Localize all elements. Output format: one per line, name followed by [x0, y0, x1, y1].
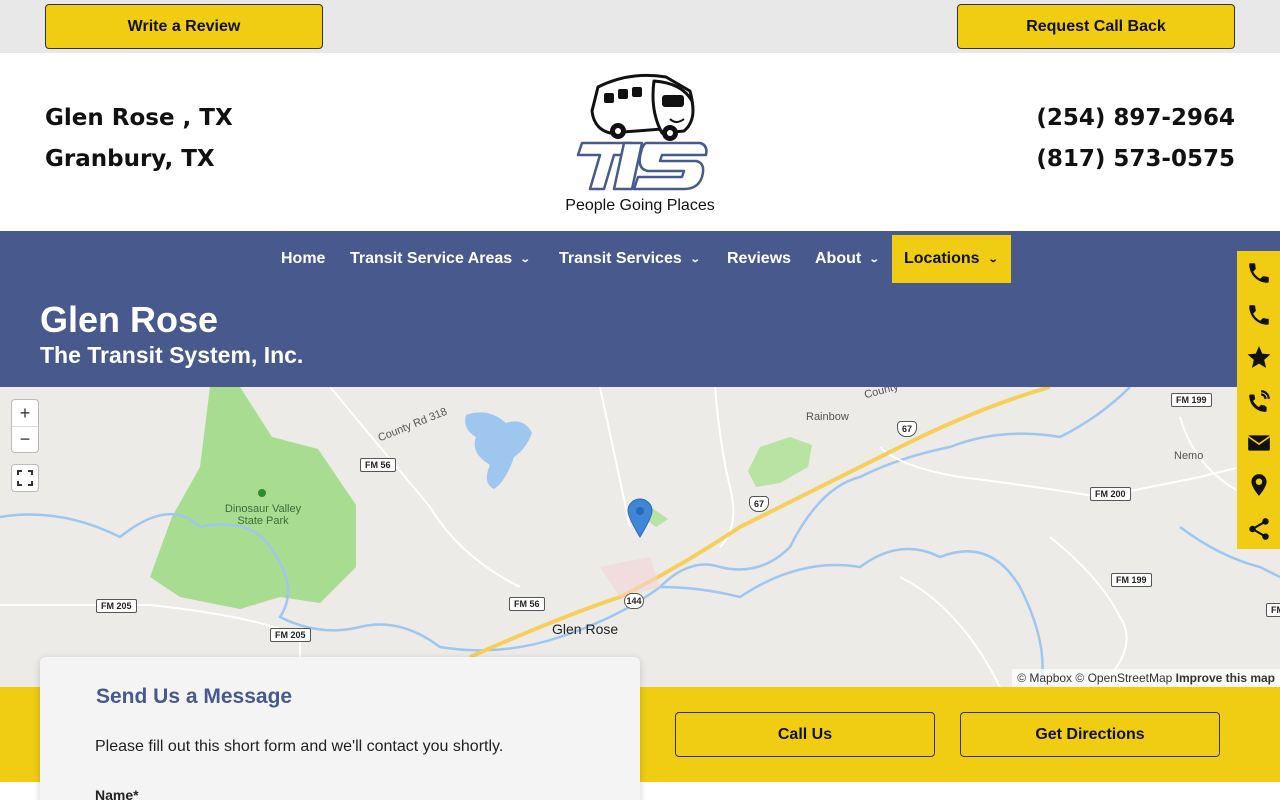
road-shield-fm205: FM 205 — [270, 628, 311, 642]
nav-reviews[interactable]: Reviews — [715, 235, 803, 283]
share-icon[interactable] — [1246, 516, 1272, 542]
map-marker-icon[interactable] — [627, 498, 653, 538]
phone-ringing-icon[interactable] — [1246, 388, 1272, 414]
nav-transit-service-areas[interactable]: Transit Service Areas ⌄ — [338, 235, 542, 283]
map-marker-dot — [636, 507, 644, 515]
chevron-down-icon: ⌄ — [519, 253, 531, 265]
road-shield-fm200: FM 200 — [1090, 487, 1131, 501]
page-subtitle: The Transit System, Inc. — [40, 342, 304, 368]
zoom-control: + − — [11, 399, 39, 453]
nav-locations-label: Locations — [904, 250, 980, 267]
nav-home[interactable]: Home — [269, 235, 337, 283]
chevron-down-icon: ⌄ — [868, 253, 880, 265]
mapbox-link[interactable]: © Mapbox — [1017, 671, 1072, 685]
star-icon[interactable] — [1246, 344, 1272, 370]
location-map[interactable]: County Rd 318 County Rainbow Nemo Dinosa… — [0, 387, 1280, 687]
page-title: Glen Rose — [40, 299, 219, 340]
location-glen-rose[interactable]: Glen Rose , TX — [45, 105, 233, 131]
write-review-button[interactable]: Write a Review — [45, 4, 323, 49]
top-bar: Write a Review Request Call Back — [0, 0, 1280, 53]
nav-home-label: Home — [281, 250, 326, 267]
nav-transit-services-label: Transit Services — [559, 250, 682, 267]
phone-icon[interactable] — [1246, 302, 1272, 328]
osm-link[interactable]: © OpenStreetMap — [1075, 671, 1172, 685]
lake — [465, 412, 532, 489]
chevron-down-icon: ⌄ — [689, 253, 701, 265]
social-sidebar — [1237, 251, 1280, 549]
main-nav: Home Transit Service Areas ⌄ Transit Ser… — [0, 231, 1280, 287]
town-area — [600, 557, 660, 597]
request-call-back-button[interactable]: Request Call Back — [957, 4, 1235, 49]
form-title: Send Us a Message — [96, 685, 293, 708]
nav-about-label: About — [815, 250, 862, 267]
phone-granbury[interactable]: (817) 573-0575 — [1036, 146, 1235, 172]
map-label-nemo: Nemo — [1174, 450, 1204, 462]
road-shield-sh144: 144 — [624, 593, 644, 609]
map-label-rainbow: Rainbow — [806, 411, 849, 423]
call-us-button[interactable]: Call Us — [675, 712, 935, 757]
road-shield-fm199: FM 199 — [1111, 573, 1152, 587]
get-directions-button[interactable]: Get Directions — [960, 712, 1220, 757]
park-area — [150, 387, 356, 609]
tagline: People Going Places — [565, 197, 715, 214]
road-shield-us67: 67 — [897, 421, 917, 437]
road-shield-fm: FM — [1266, 603, 1280, 617]
map-canvas — [0, 387, 1280, 687]
green-area — [748, 437, 812, 487]
nav-locations[interactable]: Locations ⌄ — [892, 235, 1011, 283]
map-attribution: © Mapbox © OpenStreetMap Improve this ma… — [1012, 669, 1280, 687]
page-title-band: Glen Rose The Transit System, Inc. — [0, 287, 1280, 387]
improve-map-link[interactable]: Improve this map — [1176, 671, 1275, 685]
envelope-icon[interactable] — [1246, 430, 1272, 456]
road-shield-fm56: FM 56 — [360, 458, 396, 472]
contact-form-card: Send Us a Message Please fill out this s… — [40, 657, 640, 800]
nav-reviews-label: Reviews — [727, 250, 792, 267]
fullscreen-button[interactable] — [11, 464, 39, 492]
map-label-glen-rose: Glen Rose — [552, 621, 619, 637]
bus-logo-icon — [576, 73, 708, 191]
road-shield-fm56: FM 56 — [509, 597, 545, 611]
map-marker-icon[interactable] — [1246, 472, 1272, 498]
nav-transit-service-areas-label: Transit Service Areas — [350, 250, 513, 267]
form-description: Please fill out this short form and we'l… — [95, 738, 504, 755]
site-logo[interactable]: People Going Places — [565, 71, 715, 221]
chevron-down-icon: ⌄ — [987, 253, 999, 265]
road-shield-fm199: FM 199 — [1171, 393, 1212, 407]
site-header: Glen Rose , TX Granbury, TX (254) 897-29… — [0, 53, 1280, 231]
road-shield-us67: 67 — [749, 496, 769, 512]
nav-about[interactable]: About ⌄ — [803, 235, 891, 283]
map-label-park: Dinosaur Valley State Park — [224, 503, 302, 527]
phone-glen-rose[interactable]: (254) 897-2964 — [1036, 105, 1235, 131]
location-granbury[interactable]: Granbury, TX — [45, 146, 215, 172]
phone-icon[interactable] — [1246, 260, 1272, 286]
zoom-in-button[interactable]: + — [12, 400, 38, 426]
road-shield-fm205: FM 205 — [96, 599, 137, 613]
fullscreen-icon — [17, 470, 33, 486]
nav-transit-services[interactable]: Transit Services ⌄ — [547, 235, 711, 283]
tree-icon — [258, 489, 266, 497]
name-field-label: Name* — [95, 787, 139, 800]
highway — [469, 387, 1051, 659]
zoom-out-button[interactable]: − — [12, 426, 38, 452]
